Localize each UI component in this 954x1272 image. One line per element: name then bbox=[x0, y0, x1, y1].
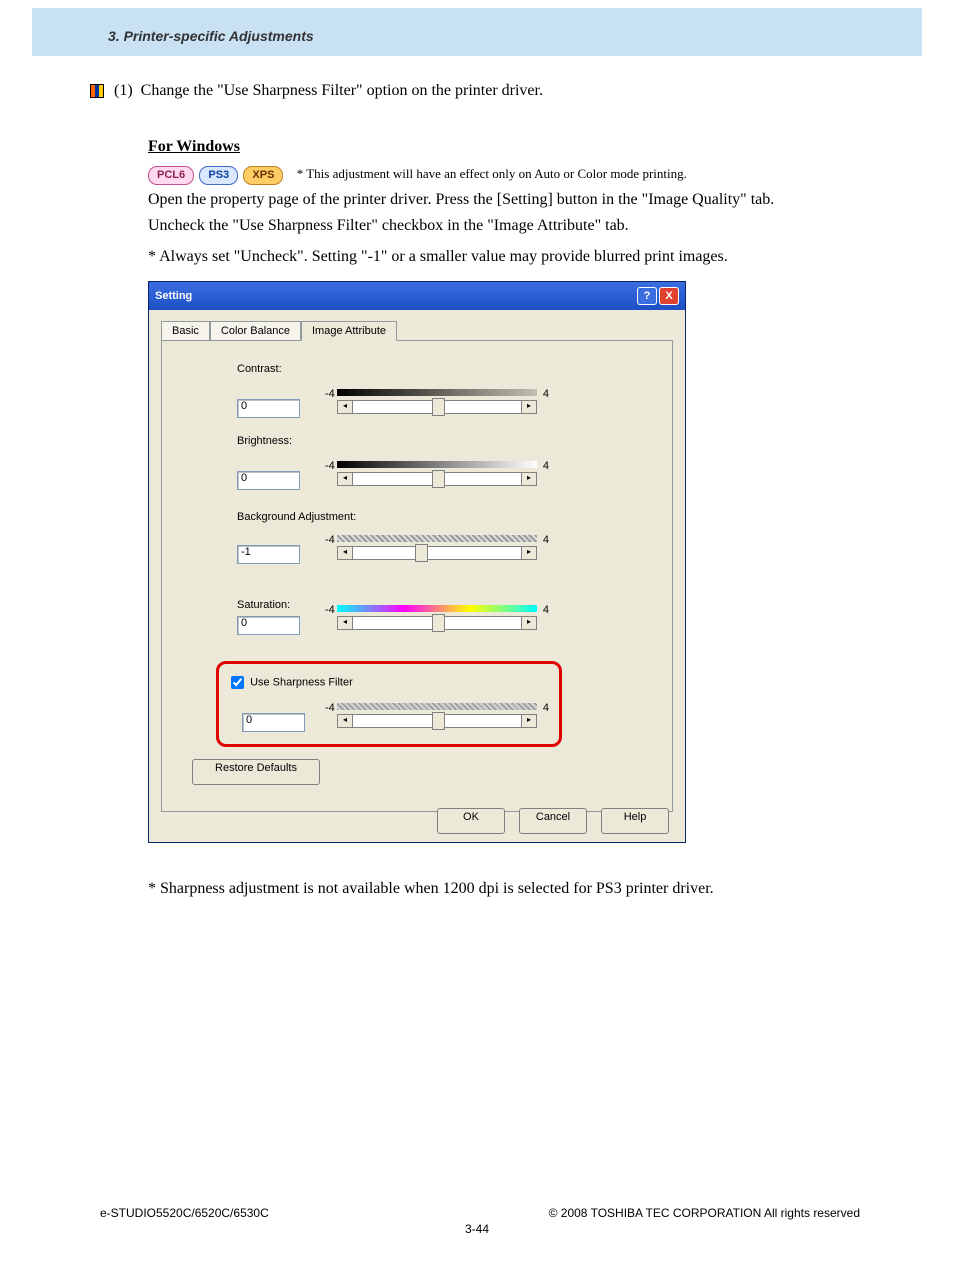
slider-max: 4 bbox=[543, 534, 549, 546]
footer-copyright: © 2008 TOSHIBA TEC CORPORATION All right… bbox=[549, 1206, 860, 1220]
contrast-slider[interactable]: -44 ◂▸ bbox=[337, 391, 537, 421]
sharpness-checkbox[interactable] bbox=[231, 676, 244, 689]
badge-note: * This adjustment will have an effect on… bbox=[297, 166, 687, 181]
chevron-right-icon[interactable]: ▸ bbox=[521, 472, 537, 486]
tab-basic[interactable]: Basic bbox=[161, 321, 210, 341]
slider-min: -4 bbox=[325, 702, 335, 714]
step-number: (1) bbox=[114, 82, 133, 99]
help-button[interactable]: Help bbox=[601, 808, 669, 834]
cancel-button[interactable]: Cancel bbox=[519, 808, 587, 834]
chevron-left-icon[interactable]: ◂ bbox=[337, 400, 353, 414]
tab-strip: Basic Color Balance Image Attribute bbox=[161, 320, 673, 340]
slider-thumb[interactable] bbox=[432, 398, 445, 416]
section-heading: For Windows bbox=[148, 136, 928, 158]
chevron-left-icon[interactable]: ◂ bbox=[337, 714, 353, 728]
slider-min: -4 bbox=[325, 604, 335, 616]
chevron-right-icon[interactable]: ▸ bbox=[521, 616, 537, 630]
contrast-input[interactable]: 0 bbox=[237, 399, 300, 418]
background-strip bbox=[337, 535, 537, 542]
page-number: 3-44 bbox=[0, 1222, 954, 1236]
contrast-label: Contrast: bbox=[237, 363, 282, 375]
saturation-label: Saturation: bbox=[237, 599, 290, 611]
slider-max: 4 bbox=[543, 604, 549, 616]
saturation-input[interactable]: 0 bbox=[237, 616, 300, 635]
slider-thumb[interactable] bbox=[415, 544, 428, 562]
help-icon[interactable]: ? bbox=[637, 287, 657, 305]
sharpness-label: Use Sharpness Filter bbox=[250, 676, 353, 688]
sharpness-checkbox-row: Use Sharpness Filter bbox=[227, 673, 353, 692]
sharpness-input[interactable]: 0 bbox=[242, 713, 305, 732]
badges-row: PCL6 PS3 XPS * This adjustment will have… bbox=[148, 165, 928, 185]
slider-max: 4 bbox=[543, 388, 549, 400]
dialog-titlebar: Setting ? X bbox=[149, 282, 685, 310]
chapter-title: 3. Printer-specific Adjustments bbox=[108, 28, 314, 44]
paragraph-3: * Always set "Uncheck". Setting "-1" or … bbox=[148, 246, 928, 268]
slider-min: -4 bbox=[325, 534, 335, 546]
slider-min: -4 bbox=[325, 388, 335, 400]
paragraph-2: Uncheck the "Use Sharpness Filter" check… bbox=[148, 215, 928, 237]
chevron-right-icon[interactable]: ▸ bbox=[521, 714, 537, 728]
slider-thumb[interactable] bbox=[432, 712, 445, 730]
step-text: Change the "Use Sharpness Filter" option… bbox=[141, 82, 543, 99]
brightness-label: Brightness: bbox=[237, 435, 292, 447]
tab-image-attribute[interactable]: Image Attribute bbox=[301, 321, 397, 341]
brightness-input[interactable]: 0 bbox=[237, 471, 300, 490]
slider-max: 4 bbox=[543, 702, 549, 714]
chevron-left-icon[interactable]: ◂ bbox=[337, 546, 353, 560]
footer-model: e-STUDIO5520C/6520C/6530C bbox=[100, 1206, 269, 1220]
badge-pcl6: PCL6 bbox=[148, 166, 194, 185]
page-header: 3. Printer-specific Adjustments bbox=[32, 8, 922, 56]
sharpness-strip bbox=[337, 703, 537, 710]
chevron-right-icon[interactable]: ▸ bbox=[521, 546, 537, 560]
brightness-slider[interactable]: -44 ◂▸ bbox=[337, 463, 537, 493]
chevron-left-icon[interactable]: ◂ bbox=[337, 616, 353, 630]
badge-ps3: PS3 bbox=[199, 166, 238, 185]
contrast-strip bbox=[337, 389, 537, 396]
chevron-right-icon[interactable]: ▸ bbox=[521, 400, 537, 414]
step-line: (1) Change the "Use Sharpness Filter" op… bbox=[90, 80, 870, 102]
tab-panel: Contrast: 0 -44 ◂▸ Brightness: 0 -44 ◂▸ … bbox=[161, 340, 673, 812]
slider-min: -4 bbox=[325, 460, 335, 472]
badge-xps: XPS bbox=[243, 166, 283, 185]
background-input[interactable]: -1 bbox=[237, 545, 300, 564]
color-marker-icon bbox=[90, 84, 104, 98]
dialog-title: Setting bbox=[155, 290, 192, 302]
paragraph-1: Open the property page of the printer dr… bbox=[148, 189, 928, 211]
saturation-strip bbox=[337, 605, 537, 612]
slider-thumb[interactable] bbox=[432, 470, 445, 488]
saturation-slider[interactable]: -44 ◂▸ bbox=[337, 607, 537, 637]
background-slider[interactable]: -44 ◂▸ bbox=[337, 537, 537, 567]
settings-dialog: Setting ? X Basic Color Balance Image At… bbox=[148, 281, 686, 843]
slider-max: 4 bbox=[543, 460, 549, 472]
chevron-left-icon[interactable]: ◂ bbox=[337, 472, 353, 486]
footer: e-STUDIO5520C/6520C/6530C © 2008 TOSHIBA… bbox=[100, 1206, 860, 1220]
sharpness-slider[interactable]: -44 ◂▸ bbox=[337, 705, 537, 735]
tab-color-balance[interactable]: Color Balance bbox=[210, 321, 301, 341]
close-icon[interactable]: X bbox=[659, 287, 679, 305]
footnote: * Sharpness adjustment is not available … bbox=[148, 878, 928, 900]
ok-button[interactable]: OK bbox=[437, 808, 505, 834]
slider-thumb[interactable] bbox=[432, 614, 445, 632]
brightness-strip bbox=[337, 461, 537, 468]
restore-defaults-button[interactable]: Restore Defaults bbox=[192, 759, 320, 785]
background-label: Background Adjustment: bbox=[237, 511, 356, 523]
